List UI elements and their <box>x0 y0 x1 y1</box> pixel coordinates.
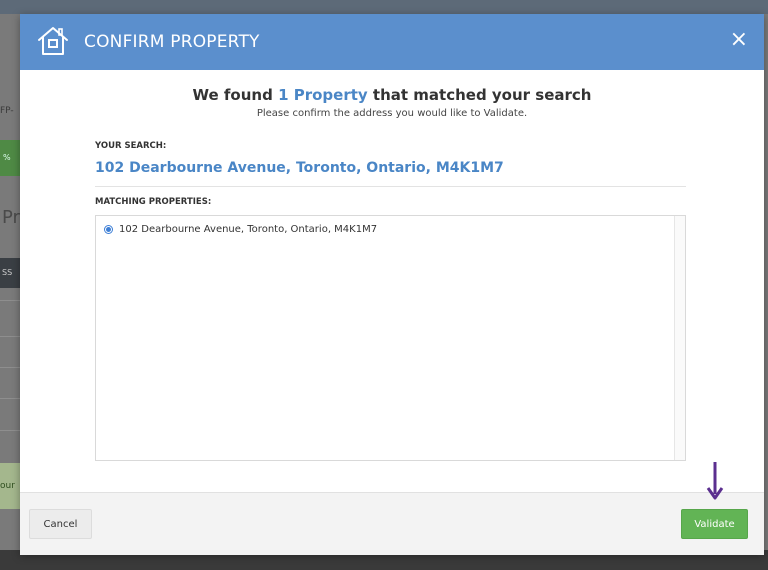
background-title: Pr <box>2 207 20 228</box>
background-breadcrumb: FP- <box>0 106 14 116</box>
cancel-button[interactable]: Cancel <box>29 509 92 539</box>
validate-button[interactable]: Validate <box>681 509 748 539</box>
modal-footer: Cancel Validate <box>20 492 764 555</box>
search-address: 102 Dearbourne Avenue, Toronto, Ontario,… <box>95 160 504 176</box>
background-light-green-bar: our <box>0 463 20 509</box>
section-divider <box>95 186 686 187</box>
property-radio[interactable] <box>104 225 113 234</box>
matching-properties-list: 102 Dearbourne Avenue, Toronto, Ontario,… <box>95 215 686 461</box>
found-count: 1 Property <box>278 86 368 104</box>
found-summary: We found 1 Property that matched your se… <box>20 86 764 104</box>
background-topbar <box>0 0 768 14</box>
found-suffix: that matched your search <box>367 86 592 104</box>
background-green-badge: % <box>0 140 20 176</box>
confirm-property-modal: CONFIRM PROPERTY × We found 1 Property t… <box>20 14 764 555</box>
modal-title: CONFIRM PROPERTY <box>84 32 260 52</box>
your-search-label: YOUR SEARCH: <box>95 141 167 151</box>
close-icon[interactable]: × <box>730 28 748 52</box>
background-dark-header: SS <box>0 258 20 288</box>
down-arrow-icon <box>706 462 724 500</box>
property-option-label: 102 Dearbourne Avenue, Toronto, Ontario,… <box>119 224 378 235</box>
radio-selected-dot <box>106 227 111 232</box>
list-scrollbar[interactable] <box>674 216 685 460</box>
home-icon <box>38 27 68 55</box>
confirm-instruction: Please confirm the address you would lik… <box>256 108 528 119</box>
property-option[interactable]: 102 Dearbourne Avenue, Toronto, Ontario,… <box>104 224 377 235</box>
found-prefix: We found <box>192 86 279 104</box>
modal-header: CONFIRM PROPERTY × <box>20 14 764 70</box>
matching-properties-label: MATCHING PROPERTIES: <box>95 197 212 207</box>
